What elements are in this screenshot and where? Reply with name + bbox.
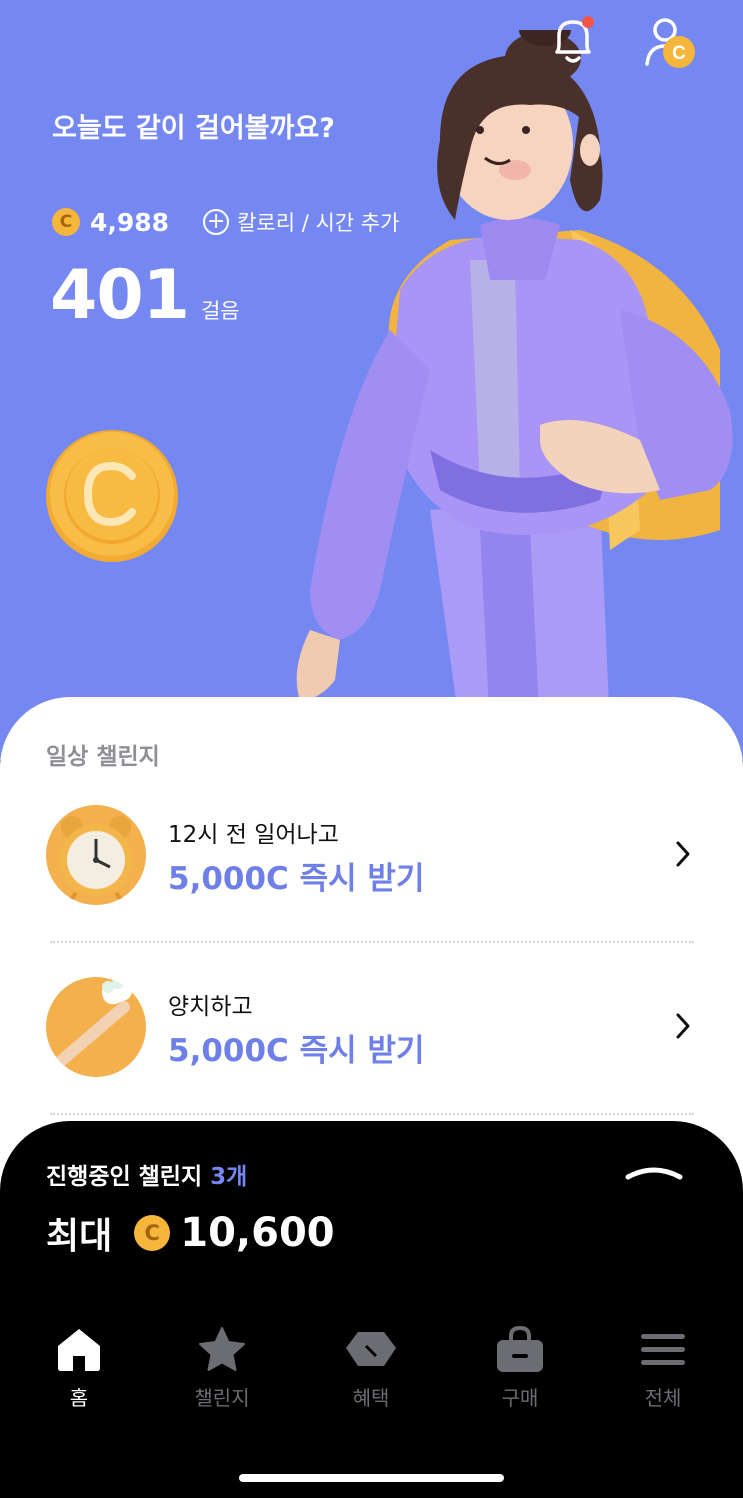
hero-section: C 오늘도 같이 걸어볼까요? C 4,988 + 칼로리 / 시간 추가 40… (0, 0, 743, 760)
tag-icon (346, 1332, 396, 1366)
challenge-item-wake-up[interactable]: 12시 전 일어나고 5,000C 즉시 받기 (0, 795, 743, 925)
tab-label: 혜택 (352, 1386, 390, 1410)
bell-icon (555, 16, 594, 63)
profile-coin-icon: C (645, 18, 695, 68)
tab-challenge[interactable]: 챌린지 (172, 1326, 272, 1411)
section-title: 일상 챌린지 (46, 744, 160, 770)
menu-icon (641, 1334, 685, 1365)
plus-circle-icon: + (203, 209, 230, 235)
max-reward-row: 최대 C 10,600 (46, 1207, 335, 1259)
home-icon (58, 1329, 100, 1371)
tab-purchase[interactable]: 구매 (470, 1326, 570, 1411)
challenge-title: 양치하고 (168, 994, 253, 1020)
chevron-right-icon (676, 1013, 690, 1039)
tab-all[interactable]: 전체 (613, 1326, 713, 1411)
tab-benefits[interactable]: 혜택 (321, 1326, 421, 1411)
challenge-reward: 5,000C 즉시 받기 (168, 1033, 425, 1069)
divider (50, 941, 694, 943)
toothbrush-icon (46, 977, 146, 1077)
tab-label: 홈 (69, 1386, 89, 1410)
add-calorie-time-button[interactable]: + 칼로리 / 시간 추가 (203, 207, 399, 237)
notification-bell-button[interactable] (547, 14, 599, 70)
step-unit: 걸음 (200, 299, 240, 323)
walking-character-illustration (296, 30, 733, 730)
tab-label: 전체 (644, 1386, 682, 1410)
chevron-right-icon (676, 841, 690, 867)
star-icon (199, 1327, 245, 1371)
coin-icon: C (52, 208, 80, 236)
tab-home[interactable]: 홈 (29, 1326, 129, 1411)
coin-balance: 4,988 (90, 207, 170, 237)
tab-label: 구매 (501, 1386, 539, 1410)
tab-label: 챌린지 (194, 1386, 250, 1410)
max-reward-amount: 10,600 (180, 1210, 335, 1256)
divider (50, 1113, 694, 1115)
ongoing-label-text: 진행중인 챌린지 (46, 1164, 203, 1190)
challenge-title: 12시 전 일어나고 (168, 822, 339, 848)
coin-icon: C (134, 1215, 171, 1251)
home-indicator (239, 1474, 504, 1482)
step-counter: 401 걸음 (50, 256, 240, 335)
collect-coin-button[interactable] (44, 428, 180, 564)
alarm-clock-icon (46, 805, 146, 905)
bottom-tab-bar: 홈 챌린지 혜택 구매 전체 (0, 1326, 743, 1426)
svg-text:C: C (672, 43, 686, 64)
chevron-up-icon[interactable] (624, 1161, 684, 1181)
notification-badge (582, 16, 594, 28)
step-count: 401 (50, 256, 190, 335)
ongoing-challenges-label: 진행중인 챌린지 3개 (46, 1157, 247, 1191)
profile-coin-button[interactable]: C (643, 14, 695, 70)
greeting-text: 오늘도 같이 걸어볼까요? (52, 113, 335, 144)
challenge-reward: 5,000C 즉시 받기 (168, 861, 425, 897)
challenge-item-brush-teeth[interactable]: 양치하고 5,000C 즉시 받기 (0, 967, 743, 1097)
coin-balance-row: C 4,988 + 칼로리 / 시간 추가 (52, 207, 399, 237)
shopping-bag-icon (497, 1326, 543, 1372)
ongoing-challenges-sheet[interactable]: 진행중인 챌린지 3개 최대 C 10,600 (0, 1121, 743, 1498)
add-calorie-time-label: 칼로리 / 시간 추가 (237, 211, 400, 235)
max-label: 최대 (46, 1216, 113, 1257)
ongoing-count: 3개 (210, 1164, 248, 1190)
